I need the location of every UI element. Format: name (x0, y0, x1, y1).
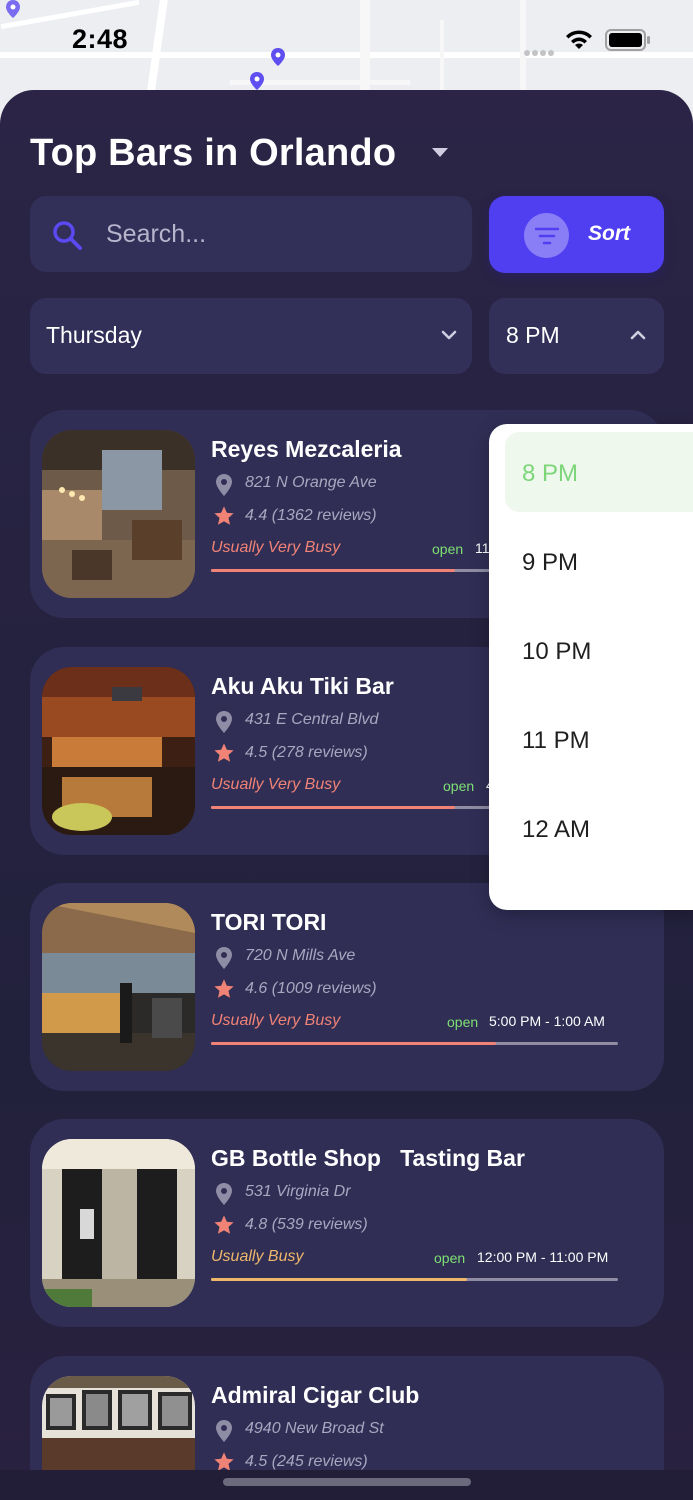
opening-hours: 12:00 PM - 11:00 PM (477, 1249, 609, 1265)
filter-icon (524, 213, 569, 258)
opening-hours: 11 (475, 540, 490, 556)
bar-photo (42, 667, 195, 835)
status-bar: 2:48 (0, 0, 693, 80)
chevron-up-icon (630, 330, 646, 340)
home-indicator[interactable] (223, 1478, 471, 1486)
search-icon (53, 221, 82, 250)
location-pin-icon (216, 474, 232, 496)
busyness-label: Usually Busy (211, 1248, 304, 1265)
time-select-value: 8 PM (506, 322, 560, 348)
star-icon (214, 506, 234, 525)
busyness-bar (211, 1042, 618, 1045)
bar-address: 4940 New Broad St (245, 1420, 384, 1437)
day-select-value: Thursday (46, 322, 142, 348)
open-label: open (432, 541, 464, 557)
wifi-icon (566, 30, 592, 49)
time-option[interactable]: 11 PM (489, 691, 693, 771)
bar-name: Reyes Mezcaleria (211, 436, 402, 462)
time-select[interactable]: 8 PM (489, 298, 664, 374)
bar-rating: 4.8 (539 reviews) (245, 1216, 368, 1233)
bar-name: GB Bottle Shop Tasting Bar (211, 1145, 525, 1171)
bar-name: TORI TORI (211, 909, 327, 935)
time-option-label: 8 PM (522, 460, 579, 487)
time-option-label: 12 AM (522, 816, 591, 843)
bar-rating: 4.5 (278 reviews) (245, 744, 368, 761)
star-icon (214, 743, 234, 762)
sort-button[interactable]: Sort (489, 196, 664, 273)
star-icon (214, 1215, 234, 1234)
day-select[interactable]: Thursday (30, 298, 472, 374)
caret-down-icon[interactable] (432, 148, 448, 158)
bar-address: 531 Virginia Dr (245, 1183, 351, 1200)
location-pin-icon (216, 947, 232, 969)
open-label: open (443, 778, 475, 794)
open-label: open (447, 1014, 479, 1030)
time-option-label: 10 PM (522, 638, 592, 665)
bar-address: 431 E Central Blvd (245, 711, 379, 728)
open-label: open (434, 1250, 466, 1266)
battery-icon (605, 29, 650, 51)
location-pin-icon (216, 1183, 232, 1205)
busyness-bar-fill (211, 1278, 468, 1281)
opening-hours: 5:00 PM - 1:00 AM (489, 1013, 605, 1029)
time-option[interactable]: 8 PM (489, 424, 693, 512)
bar-name: Admiral Cigar Club (211, 1382, 420, 1408)
busyness-label: Usually Very Busy (211, 776, 341, 793)
bar-photo (42, 903, 195, 1071)
time-option-label: 11 PM (522, 727, 590, 754)
page-title: Top Bars in Orlando (30, 132, 397, 174)
busyness-bar-fill (211, 569, 456, 572)
bar-address: 821 N Orange Ave (245, 474, 377, 491)
busyness-bar-fill (211, 806, 456, 809)
star-icon (214, 979, 234, 998)
bar-address: 720 N Mills Ave (245, 947, 356, 964)
bar-rating: 4.4 (1362 reviews) (245, 507, 377, 524)
location-pin-icon (216, 1420, 232, 1442)
location-pin-icon (216, 711, 232, 733)
busyness-label: Usually Very Busy (211, 1012, 341, 1029)
bar-photo (42, 430, 195, 598)
bar-rating: 4.6 (1009 reviews) (245, 980, 377, 997)
time-option-label: 9 PM (522, 549, 579, 576)
time-option[interactable]: 10 PM (489, 602, 693, 682)
search-bar[interactable] (30, 196, 472, 272)
sort-button-label: Sort (588, 222, 630, 245)
bar-photo (42, 1139, 195, 1307)
chevron-down-icon (441, 330, 457, 340)
time-option[interactable]: 12 AM (489, 780, 693, 860)
busyness-bar (211, 1278, 618, 1281)
time-dropdown[interactable]: 8 PM 9 PM 10 PM 11 PM 12 AM (489, 424, 693, 910)
bar-name: Aku Aku Tiki Bar (211, 673, 394, 699)
cellular-signal-icon (524, 43, 560, 56)
status-time: 2:48 (72, 24, 129, 54)
bar-rating: 4.5 (245 reviews) (245, 1453, 368, 1470)
search-input[interactable] (106, 214, 446, 254)
busyness-bar-fill (211, 1042, 496, 1045)
busyness-label: Usually Very Busy (211, 539, 341, 556)
time-option[interactable]: 9 PM (489, 513, 693, 593)
bar-card[interactable]: TORI TORI 720 N Mills Ave 4.6 (1009 revi… (30, 883, 664, 1091)
bar-card[interactable]: GB Bottle Shop Tasting Bar 531 Virginia … (30, 1119, 664, 1327)
